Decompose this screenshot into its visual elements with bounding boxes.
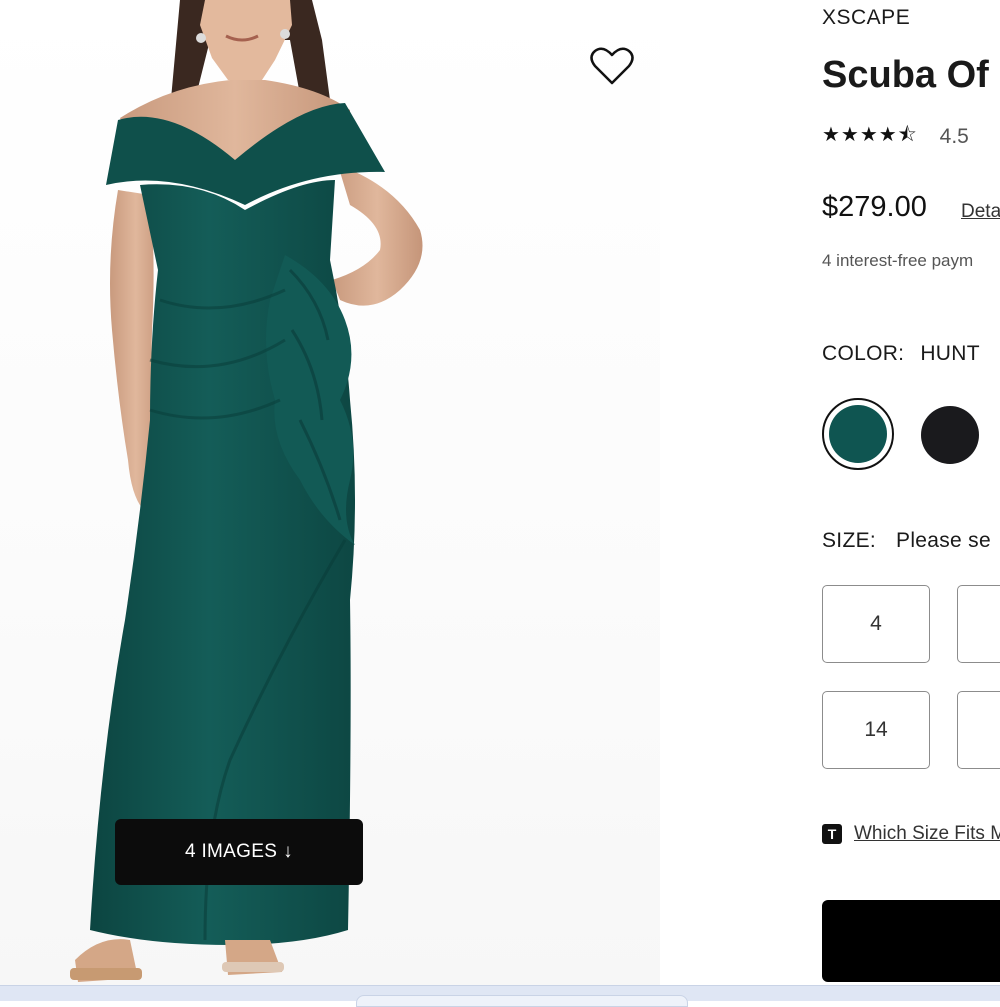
- arrow-down-icon: ↓: [283, 841, 293, 862]
- product-info-panel: XSCAPE Scuba Of ★★★★⯪ 4.5 $279.00 Deta 4…: [822, 0, 1000, 985]
- size-label-text: SIZE:: [822, 529, 877, 552]
- bottom-tab: [356, 995, 688, 1007]
- selected-color: HUNT: [920, 342, 980, 365]
- product-title: Scuba Of: [822, 54, 989, 96]
- size-option[interactable]: [957, 585, 1000, 663]
- size-label: SIZE: Please se: [822, 529, 991, 553]
- size-option[interactable]: [957, 691, 1000, 769]
- star-rating-icon: ★★★★⯪: [822, 124, 918, 146]
- heart-outline-icon: [590, 47, 634, 85]
- size-option[interactable]: 14: [822, 691, 930, 769]
- product-price: $279.00: [822, 191, 927, 223]
- size-prompt: Please se: [896, 529, 991, 552]
- installments-text: 4 interest-free paym: [822, 251, 974, 270]
- view-images-label: 4 IMAGES: [185, 841, 278, 862]
- rating-summary[interactable]: ★★★★⯪ 4.5: [822, 120, 969, 154]
- view-images-button[interactable]: 4 IMAGES ↓: [115, 819, 363, 885]
- color-label: COLOR: HUNT: [822, 342, 980, 366]
- product-image-gallery[interactable]: 4 IMAGES ↓: [0, 0, 660, 985]
- price-details-link[interactable]: Deta: [961, 201, 1000, 223]
- size-fit-row[interactable]: T Which Size Fits M: [822, 823, 1000, 845]
- which-size-fits-link[interactable]: Which Size Fits M: [854, 823, 1000, 845]
- size-option[interactable]: 4: [822, 585, 930, 663]
- wishlist-button[interactable]: [586, 40, 638, 92]
- add-to-bag-button[interactable]: [822, 900, 1000, 982]
- color-swatch-hunter-green[interactable]: [829, 405, 887, 463]
- brand-name[interactable]: XSCAPE: [822, 6, 910, 30]
- color-label-text: COLOR:: [822, 342, 905, 365]
- true-fit-icon: T: [822, 824, 842, 844]
- color-swatch-black[interactable]: [921, 406, 979, 464]
- rating-value: 4.5: [939, 125, 969, 148]
